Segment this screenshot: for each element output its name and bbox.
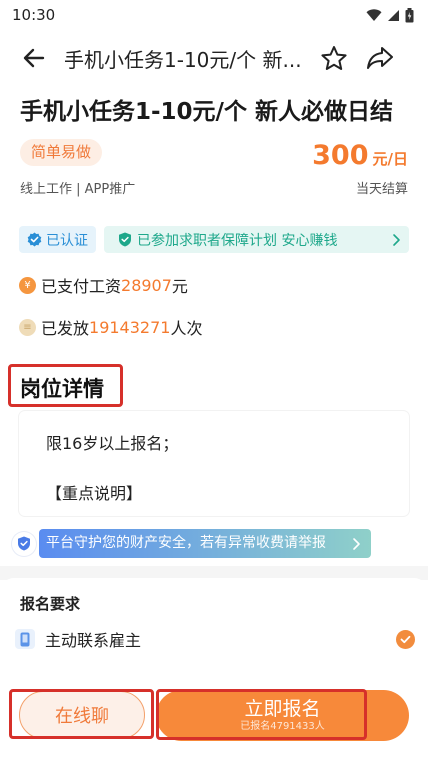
- safety-banner-text-wrap: 平台守护您的财产安全，若有异常收费请举报: [39, 529, 371, 558]
- chevron-right-icon: [353, 537, 360, 550]
- arrow-left-icon: [23, 48, 45, 68]
- wages-paid-stat: ¥ 已支付工资 28907 元: [19, 273, 188, 297]
- verified-label: 已认证: [46, 232, 88, 249]
- money-bag-icon: ¥: [19, 276, 36, 294]
- job-tag: 简单易做: [20, 139, 103, 166]
- highlight-box-apply: [156, 689, 367, 740]
- issued-prefix: 已发放: [41, 319, 90, 338]
- check-circle-icon: [396, 629, 415, 649]
- requirements-title: 报名要求: [20, 595, 81, 613]
- job-title: 手机小任务1-10元/个 新人必做日结: [20, 99, 393, 125]
- detail-line-2: 【重点说明】: [46, 484, 143, 503]
- salary-amount: 300: [312, 140, 369, 171]
- signal-icon: [388, 9, 399, 21]
- verification-row: 已认证 已参加求职者保障计划 安心赚钱: [19, 226, 409, 253]
- page-title: 手机小任务1-10元/个 新...: [64, 47, 302, 72]
- phone-icon: [15, 629, 35, 649]
- detail-line-1: 限16岁以上报名；: [46, 434, 179, 453]
- salary-unit: 元/日: [372, 150, 408, 168]
- share-icon: [367, 47, 393, 69]
- top-navigation-bar: 手机小任务1-10元/个 新...: [0, 30, 428, 86]
- salary: 300 元/日: [312, 140, 408, 171]
- job-detail-card: 限16岁以上报名； 【重点说明】: [19, 411, 409, 516]
- wages-suffix: 元: [171, 277, 188, 296]
- highlight-box-chat: [9, 689, 154, 739]
- shield-check-icon: [119, 232, 131, 247]
- chevron-right-icon: [393, 233, 400, 246]
- status-time: 10:30: [12, 6, 56, 24]
- wages-prefix: 已支付工资: [41, 277, 122, 296]
- issued-stat: ≡ 已发放 19143271 人次: [19, 315, 202, 339]
- status-bar: 10:30: [0, 0, 428, 30]
- battery-icon: [405, 7, 414, 22]
- issued-value: 19143271: [89, 317, 171, 337]
- requirement-label: 主动联系雇主: [45, 631, 142, 650]
- requirement-item-contact-employer: 主动联系雇主: [15, 627, 415, 651]
- protection-plan-badge[interactable]: 已参加求职者保障计划 安心赚钱: [104, 226, 409, 253]
- share-button[interactable]: [360, 38, 400, 78]
- back-button[interactable]: [12, 36, 56, 80]
- verified-badge[interactable]: 已认证: [19, 226, 96, 253]
- favorite-button[interactable]: [314, 38, 354, 78]
- verified-check-icon: [27, 232, 42, 247]
- safety-banner[interactable]: 平台守护您的财产安全，若有异常收费请举报: [12, 529, 371, 558]
- shield-icon: [12, 531, 36, 556]
- job-meta: 线上工作 | APP推广: [20, 182, 136, 197]
- star-icon: [321, 45, 347, 70]
- coin-icon: ≡: [19, 318, 36, 336]
- protection-plan-label: 已参加求职者保障计划 安心赚钱: [137, 232, 338, 249]
- highlight-box-section-title: [8, 364, 123, 407]
- issued-suffix: 人次: [170, 319, 203, 338]
- wages-value: 28907: [121, 275, 172, 295]
- status-icons: [366, 7, 414, 23]
- safety-text: 平台守护您的财产安全，若有异常收费请举报: [46, 535, 326, 551]
- wifi-icon: [366, 8, 382, 21]
- settlement-text: 当天结算: [355, 182, 408, 197]
